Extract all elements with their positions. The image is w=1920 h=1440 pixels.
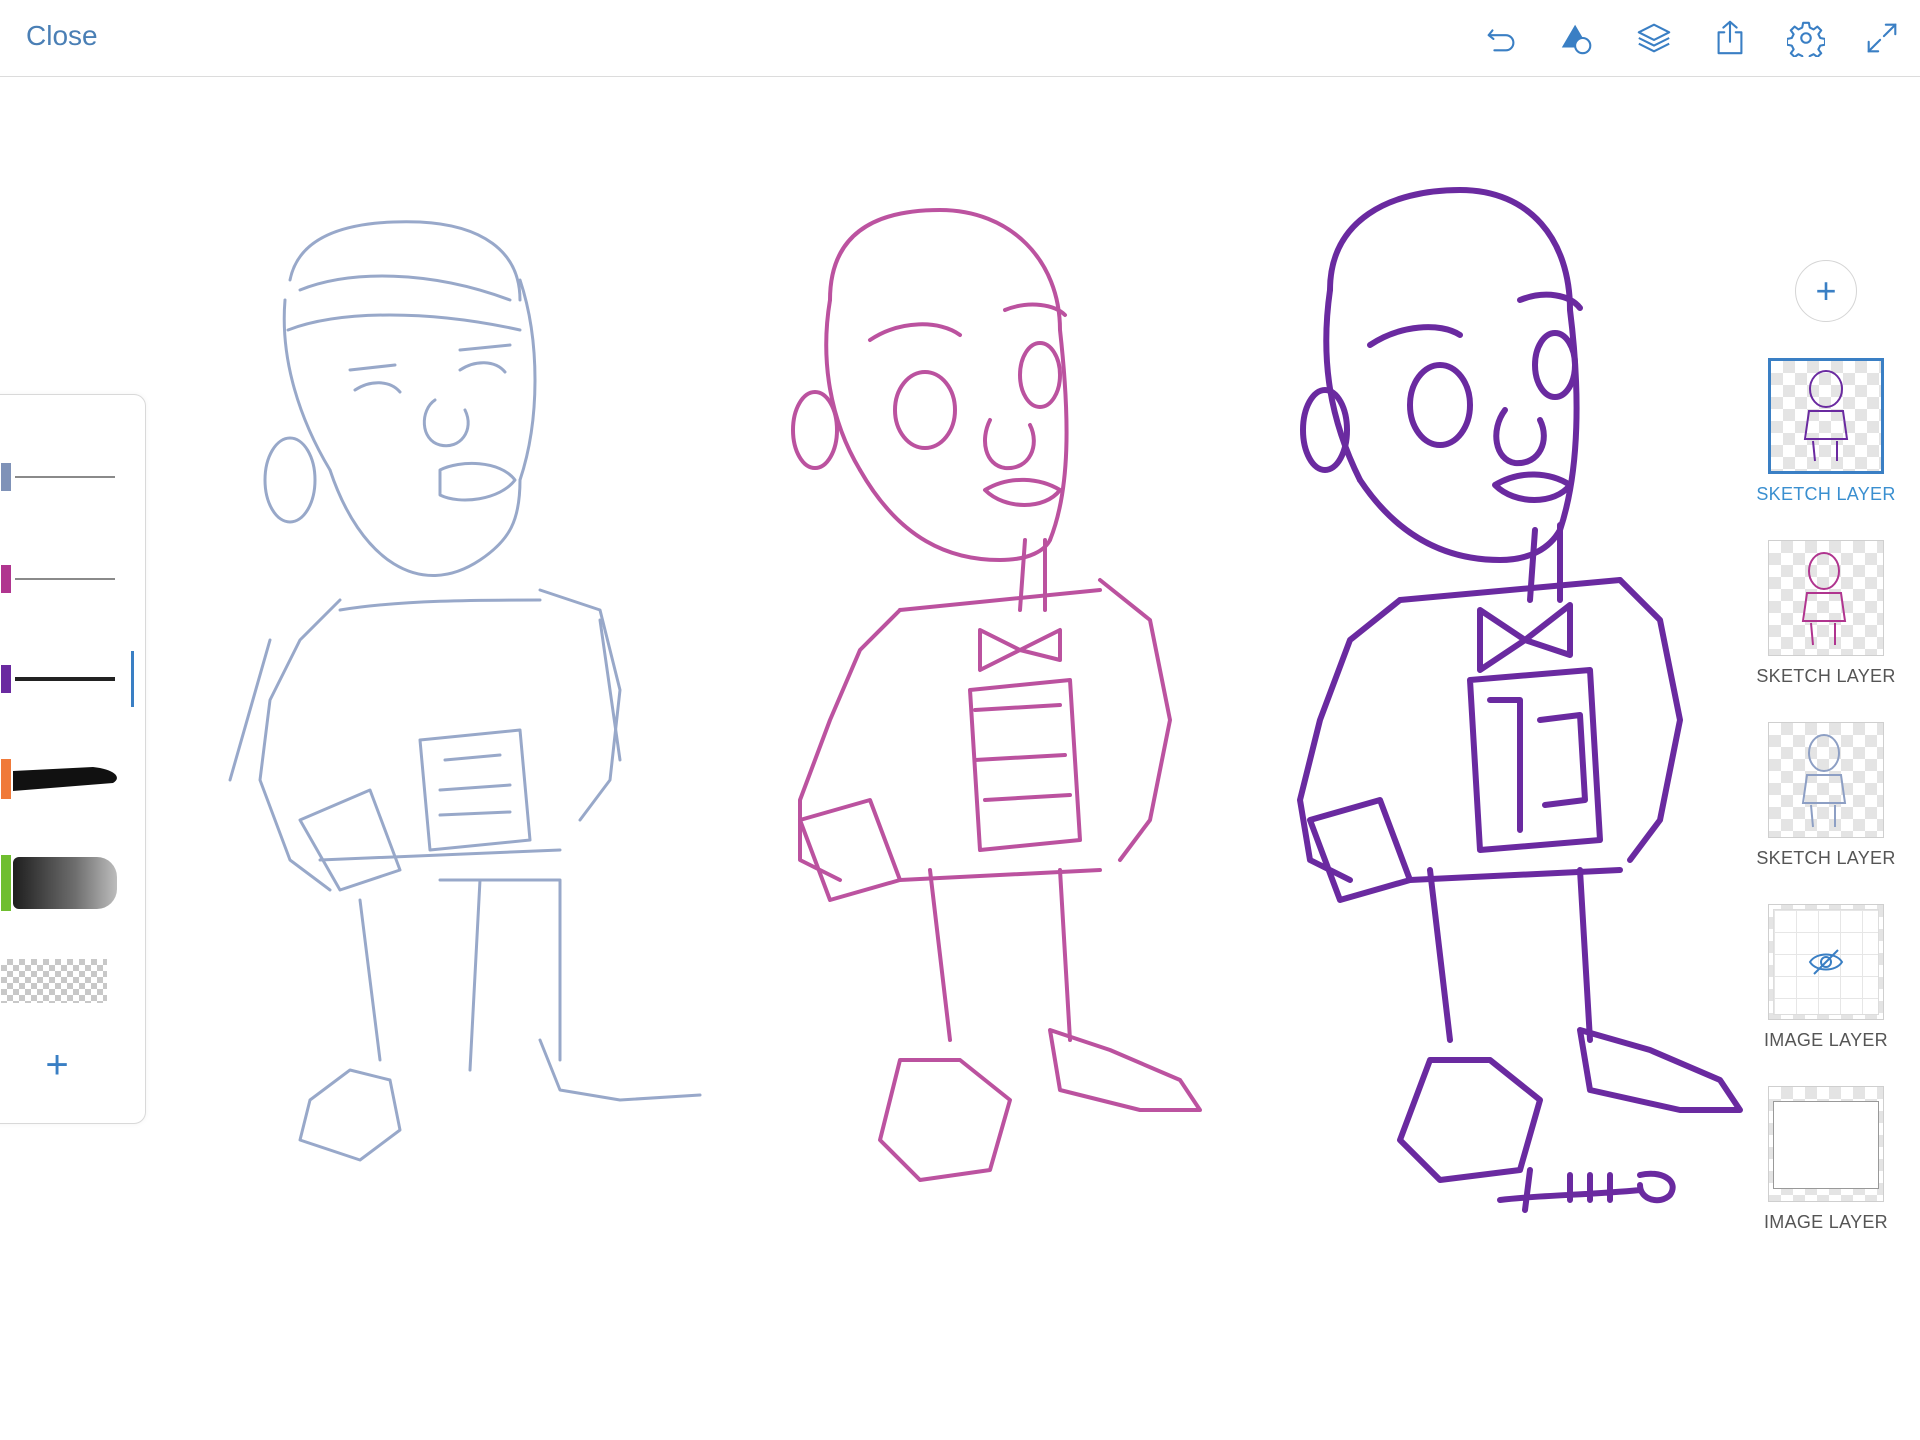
layers-icon[interactable] [1632, 16, 1676, 60]
close-button[interactable]: Close [26, 20, 98, 52]
brush-stroke-preview [15, 476, 115, 478]
layer-thumbnail [1768, 540, 1884, 656]
blank-image-preview [1773, 1101, 1879, 1189]
layer-thumbnail [1768, 358, 1884, 474]
top-toolbar: Close [0, 0, 1920, 77]
settings-icon[interactable] [1784, 16, 1828, 60]
layer-item[interactable]: SKETCH LAYER [1756, 722, 1895, 869]
layer-item[interactable]: SKETCH LAYER [1756, 358, 1895, 505]
brush-pen-purple[interactable] [1, 657, 119, 727]
layer-item[interactable]: SKETCH LAYER [1756, 540, 1895, 687]
selected-brush-indicator [131, 651, 134, 707]
brush-panel: + [0, 394, 146, 1124]
layer-label: SKETCH LAYER [1756, 848, 1896, 868]
hidden-eye-icon[interactable] [1806, 942, 1846, 982]
sketch-figure-blue [228, 220, 702, 1162]
brush-color-swatch [1, 855, 11, 911]
ink-figure-purple [1297, 187, 1743, 1213]
brush-pencil-blue[interactable] [1, 455, 119, 525]
layer-item[interactable]: IMAGE LAYER [1764, 904, 1888, 1051]
brush-stroke-preview [1, 959, 107, 1003]
fullscreen-icon[interactable] [1860, 16, 1904, 60]
brush-stroke-preview [13, 767, 117, 791]
share-icon[interactable] [1708, 16, 1752, 60]
layer-thumbnail [1768, 722, 1884, 838]
brush-color-swatch [1, 463, 11, 491]
layer-label: SKETCH LAYER [1756, 666, 1896, 686]
add-layer-button[interactable]: + [1795, 260, 1857, 322]
layer-thumbnail [1768, 904, 1884, 1020]
layer-item[interactable]: IMAGE LAYER [1764, 1086, 1888, 1233]
app-window: Close + + SKETCH LAYER SKETCH LAYER SKET… [0, 0, 1920, 1440]
layer-label: IMAGE LAYER [1763, 1030, 1888, 1050]
layer-label: SKETCH LAYER [1756, 484, 1896, 504]
add-brush-button[interactable]: + [37, 1045, 77, 1085]
layer-thumbnail [1768, 1086, 1884, 1202]
brush-color-swatch [1, 665, 11, 693]
brush-stroke-preview [15, 578, 115, 580]
layer-label: IMAGE LAYER [1763, 1212, 1888, 1232]
undo-icon[interactable] [1480, 16, 1524, 60]
brush-eraser[interactable] [1, 955, 119, 1025]
brush-stroke-preview [15, 677, 115, 681]
brush-stroke-preview [13, 857, 117, 909]
brush-ink[interactable] [1, 757, 119, 827]
brush-pencil-magenta[interactable] [1, 557, 119, 627]
brush-wash[interactable] [1, 855, 119, 925]
brush-color-swatch [1, 565, 11, 593]
sketch-figure-magenta [791, 208, 1202, 1182]
brush-color-swatch [1, 759, 11, 799]
drawing-canvas[interactable] [0, 77, 1920, 1440]
shapes-icon[interactable] [1555, 16, 1599, 60]
